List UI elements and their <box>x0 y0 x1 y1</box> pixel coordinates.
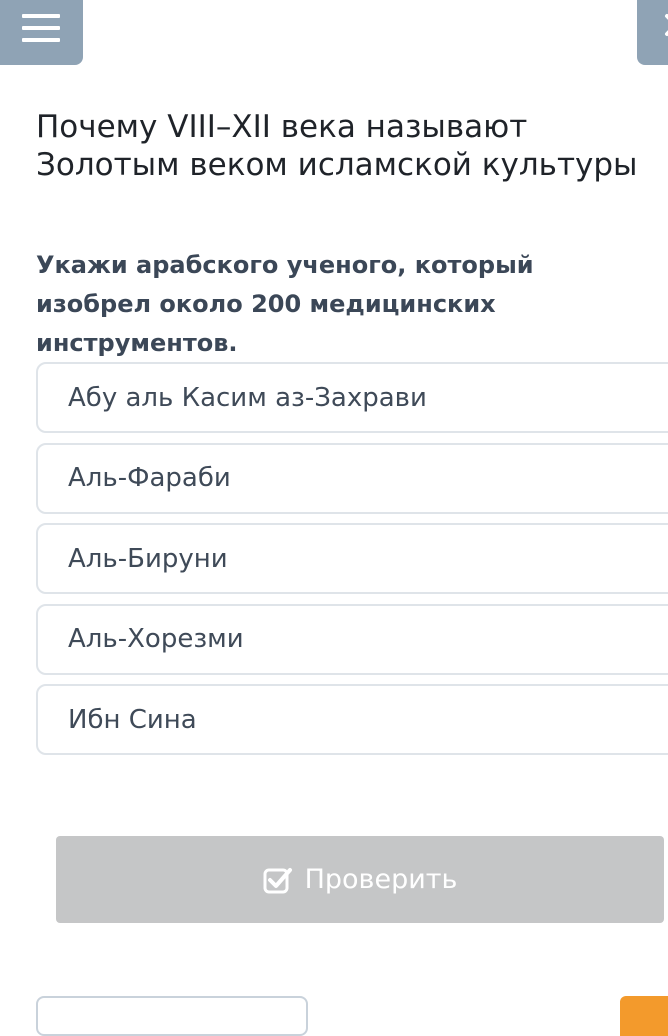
answer-option-label: Аль-Фараби <box>68 463 231 493</box>
answer-option-label: Аль-Хорезми <box>68 624 244 654</box>
previous-button[interactable] <box>36 996 308 1036</box>
checkbox-icon <box>263 865 293 895</box>
check-button[interactable]: Проверить <box>56 836 664 923</box>
answer-option[interactable]: Абу аль Касим аз-Захрави <box>36 362 668 433</box>
answer-options: Абу аль Касим аз-Захрави Аль-Фараби Аль-… <box>36 362 668 765</box>
answer-option-label: Аль-Бируни <box>68 543 228 574</box>
answer-option[interactable]: Аль-Хорезми <box>36 603 668 675</box>
close-icon <box>665 14 668 36</box>
answer-option-label: Ибн Сина <box>68 704 197 735</box>
answer-option[interactable]: Ибн Сина <box>36 684 668 755</box>
check-button-label: Проверить <box>304 864 458 895</box>
next-button[interactable] <box>620 996 668 1036</box>
answer-option[interactable]: Аль-Бируни <box>36 523 668 594</box>
close-button[interactable] <box>637 0 668 65</box>
question-text: Укажи арабского ученого, который изобрел… <box>36 251 534 357</box>
answer-option-label: Абу аль Касим аз-Захрави <box>68 382 427 413</box>
lesson-title: Почему VIII–XII века называют Золотым ве… <box>36 109 638 183</box>
menu-button[interactable] <box>0 0 83 65</box>
answer-option[interactable]: Аль-Фараби <box>36 442 668 514</box>
